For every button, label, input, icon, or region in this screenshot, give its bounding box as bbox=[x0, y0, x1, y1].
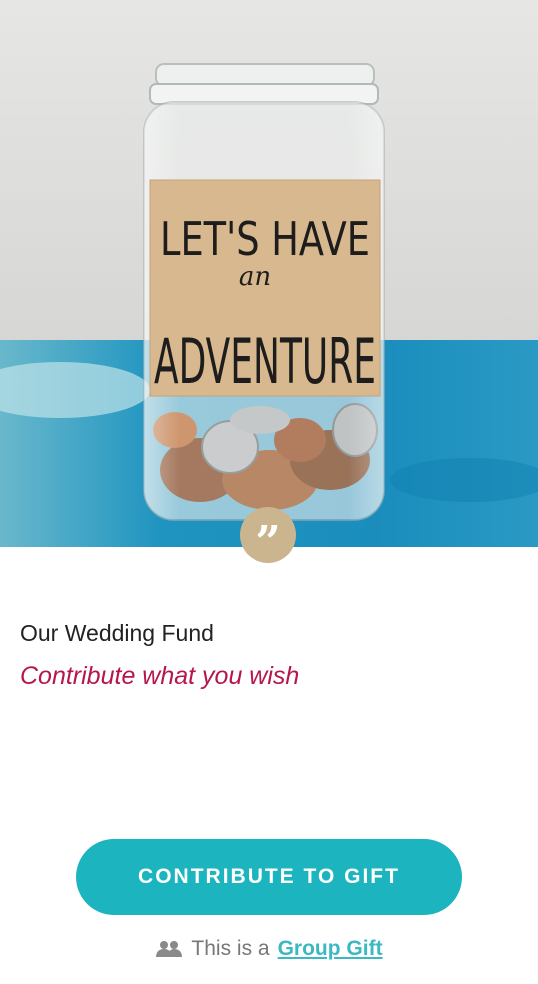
jar-label-line-3: ADVENTURE bbox=[154, 325, 376, 398]
quote-glyph: ” bbox=[255, 517, 281, 568]
jar-label-line-1: LET'S HAVE bbox=[160, 212, 370, 266]
group-gift-note: This is a Group Gift bbox=[0, 937, 538, 961]
group-icon bbox=[155, 940, 183, 958]
group-gift-link[interactable]: Group Gift bbox=[278, 937, 383, 961]
fund-title: Our Wedding Fund bbox=[20, 620, 214, 646]
contribute-to-gift-button[interactable]: CONTRIBUTE TO GIFT bbox=[76, 839, 462, 915]
hero-image: LET'S HAVE an ADVENTURE bbox=[0, 0, 538, 547]
jar-label-line-2: an bbox=[239, 262, 271, 292]
group-note-prefix: This is a bbox=[191, 937, 270, 960]
quote-icon: ” bbox=[240, 507, 296, 568]
fund-subtitle: Contribute what you wish bbox=[20, 662, 300, 690]
